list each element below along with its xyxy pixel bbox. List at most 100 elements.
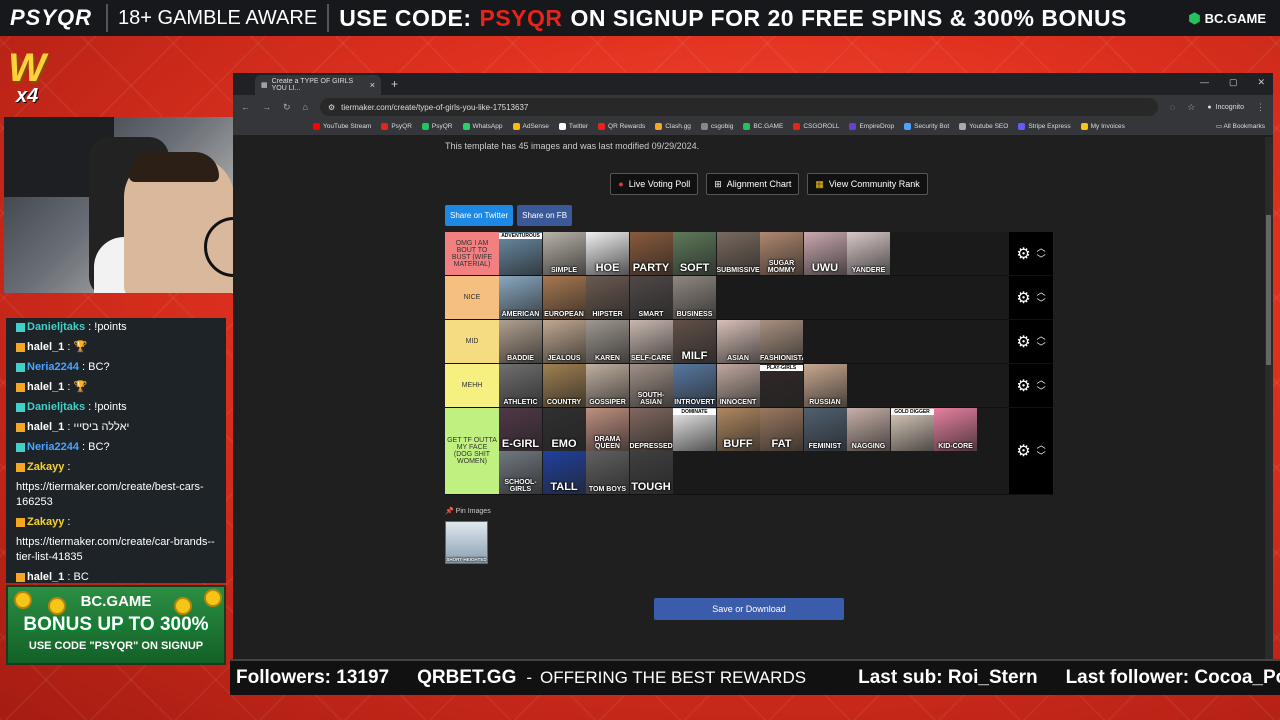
- chat-username[interactable]: Danieljtaks: [27, 401, 85, 413]
- chat-username[interactable]: Zakayy: [27, 516, 64, 528]
- eye-off-icon[interactable]: ◌: [1170, 102, 1175, 112]
- bookmark-item[interactable]: PsyQR: [381, 123, 412, 131]
- bookmark-item[interactable]: My Invoices: [1080, 123, 1125, 131]
- home-icon[interactable]: ⌂: [303, 102, 308, 112]
- tier-image[interactable]: GOLD DIGGER: [890, 408, 934, 451]
- page-scrollbar[interactable]: [1265, 137, 1273, 663]
- gear-icon[interactable]: ⚙: [1016, 441, 1030, 461]
- tier-image[interactable]: SCHOOL-GIRLS: [499, 451, 542, 494]
- chat-username[interactable]: halel_1: [27, 571, 64, 583]
- chevron-down-icon[interactable]: ﹀: [1037, 451, 1046, 462]
- tier-image[interactable]: JEALOUS: [542, 320, 586, 363]
- tier-image[interactable]: TOUGH: [629, 451, 673, 494]
- tier-image[interactable]: E-GIRL: [499, 408, 542, 451]
- tier-image[interactable]: KID-CORE: [934, 408, 977, 451]
- chat-username[interactable]: halel_1: [27, 341, 64, 353]
- tier-image[interactable]: SOUTH-ASIAN: [629, 364, 673, 407]
- tier-image[interactable]: PARTY: [629, 232, 673, 275]
- gear-icon[interactable]: ⚙: [1016, 376, 1030, 396]
- tier-image[interactable]: ATHLETIC: [499, 364, 542, 407]
- tier-image[interactable]: FASHIONISTA: [760, 320, 803, 363]
- tier-label[interactable]: MEHH: [445, 364, 499, 407]
- save-download-button[interactable]: Save or Download: [654, 598, 844, 620]
- bookmark-item[interactable]: AdSense: [512, 123, 549, 131]
- tier-image[interactable]: FAT: [760, 408, 803, 451]
- tier-image[interactable]: BADDIE: [499, 320, 542, 363]
- bookmark-item[interactable]: PsyQR: [421, 123, 453, 131]
- chevron-up-icon[interactable]: ︿: [1037, 331, 1046, 342]
- maximize-icon[interactable]: ▢: [1229, 77, 1238, 88]
- tier-image[interactable]: COUNTRY: [542, 364, 586, 407]
- tier-label[interactable]: OMG I AM BOUT TO BUST (WIFE MATERIAL): [445, 232, 499, 275]
- share-twitter-button[interactable]: Share on Twitter: [445, 205, 514, 226]
- bookmark-item[interactable]: EmpireDrop: [849, 123, 894, 131]
- tier-image[interactable]: BUFF: [716, 408, 760, 451]
- tier-image[interactable]: DOMINATE: [673, 408, 716, 451]
- chat-username[interactable]: halel_1: [27, 381, 64, 393]
- tier-label[interactable]: MID: [445, 320, 499, 363]
- tier-image[interactable]: INTROVERT: [673, 364, 716, 407]
- chat-username[interactable]: halel_1: [27, 421, 64, 433]
- chat-username[interactable]: Neria2244: [27, 441, 79, 453]
- tier-image[interactable]: NAGGING: [847, 408, 890, 451]
- tier-image[interactable]: SELF-CARE: [629, 320, 673, 363]
- tier-image[interactable]: SOFT: [673, 232, 716, 275]
- tier-label[interactable]: NICE: [445, 276, 499, 319]
- chevron-up-icon[interactable]: ︿: [1037, 375, 1046, 386]
- bookmark-item[interactable]: Clash.gg: [655, 123, 691, 131]
- tier-image[interactable]: DEPRESSED: [629, 408, 673, 451]
- bookmark-item[interactable]: CSGOROLL: [793, 123, 839, 131]
- bookmark-item[interactable]: Security Bot: [904, 123, 949, 131]
- tier-image[interactable]: TALL: [542, 451, 586, 494]
- tier-image[interactable]: EUROPEAN: [542, 276, 586, 319]
- bookmark-item[interactable]: Youtube SEO: [959, 123, 1008, 131]
- bookmark-item[interactable]: WhatsApp: [462, 123, 503, 131]
- back-icon[interactable]: ←: [241, 102, 250, 112]
- tier-image[interactable]: HIPSTER: [586, 276, 629, 319]
- tier-image[interactable]: ADVENTUROUS: [499, 232, 542, 275]
- bookmark-item[interactable]: Stripe Express: [1018, 123, 1071, 131]
- minimize-icon[interactable]: —: [1200, 77, 1209, 88]
- tier-image[interactable]: RUSSIAN: [803, 364, 847, 407]
- all-bookmarks[interactable]: ▭ All Bookmarks: [1216, 122, 1265, 130]
- tier-image[interactable]: AMERICAN: [499, 276, 542, 319]
- tier-image[interactable]: PLAY-GIRLS: [760, 364, 803, 407]
- bookmark-item[interactable]: QR Rewards: [598, 123, 645, 131]
- pin-images-label[interactable]: 📌 Pin Images: [445, 507, 1053, 515]
- tier-image[interactable]: MILF: [673, 320, 716, 363]
- tier-image[interactable]: SUGAR MOMMY: [760, 232, 803, 275]
- active-tab[interactable]: ▦ Create a TYPE OF GIRLS YOU LI... ×: [255, 75, 381, 95]
- tier-image[interactable]: FEMINIST: [803, 408, 847, 451]
- chevron-up-icon[interactable]: ︿: [1037, 440, 1046, 451]
- close-window-icon[interactable]: ✕: [1257, 77, 1265, 88]
- site-info-icon[interactable]: ⚙: [328, 103, 335, 112]
- reload-icon[interactable]: ↻: [283, 102, 291, 113]
- chat-username[interactable]: Neria2244: [27, 361, 79, 373]
- bookmark-item[interactable]: csgobig: [700, 123, 733, 131]
- pinned-image[interactable]: SHORT-HEIGHTED: [445, 521, 488, 564]
- tier-image[interactable]: HOE: [586, 232, 629, 275]
- chevron-down-icon[interactable]: ﹀: [1037, 342, 1046, 353]
- tier-image[interactable]: BUSINESS: [673, 276, 716, 319]
- bookmark-item[interactable]: Twitter: [558, 123, 588, 131]
- gear-icon[interactable]: ⚙: [1016, 332, 1030, 352]
- chevron-down-icon[interactable]: ﹀: [1037, 254, 1046, 265]
- tier-image[interactable]: TOM BOYS: [586, 451, 629, 494]
- chevron-down-icon[interactable]: ﹀: [1037, 386, 1046, 397]
- tier-image[interactable]: INNOCENT: [716, 364, 760, 407]
- tier-image[interactable]: SUBMISSIVE: [716, 232, 760, 275]
- tier-image[interactable]: YANDERE: [847, 232, 890, 275]
- scrollbar-thumb[interactable]: [1266, 215, 1271, 365]
- tier-image[interactable]: SMART: [629, 276, 673, 319]
- tier-image[interactable]: DRAMA QUEEN: [586, 408, 629, 451]
- chevron-up-icon[interactable]: ︿: [1037, 243, 1046, 254]
- community-rank-button[interactable]: ▦ View Community Rank: [807, 173, 928, 195]
- chat-username[interactable]: Zakayy: [27, 461, 64, 473]
- tier-image[interactable]: KAREN: [586, 320, 629, 363]
- chevron-down-icon[interactable]: ﹀: [1037, 298, 1046, 309]
- tier-image[interactable]: EMO: [542, 408, 586, 451]
- tier-image[interactable]: ASIAN: [716, 320, 760, 363]
- gear-icon[interactable]: ⚙: [1016, 288, 1030, 308]
- chevron-up-icon[interactable]: ︿: [1037, 287, 1046, 298]
- url-bar[interactable]: ⚙ tiermaker.com/create/type-of-girls-you-…: [319, 98, 1158, 116]
